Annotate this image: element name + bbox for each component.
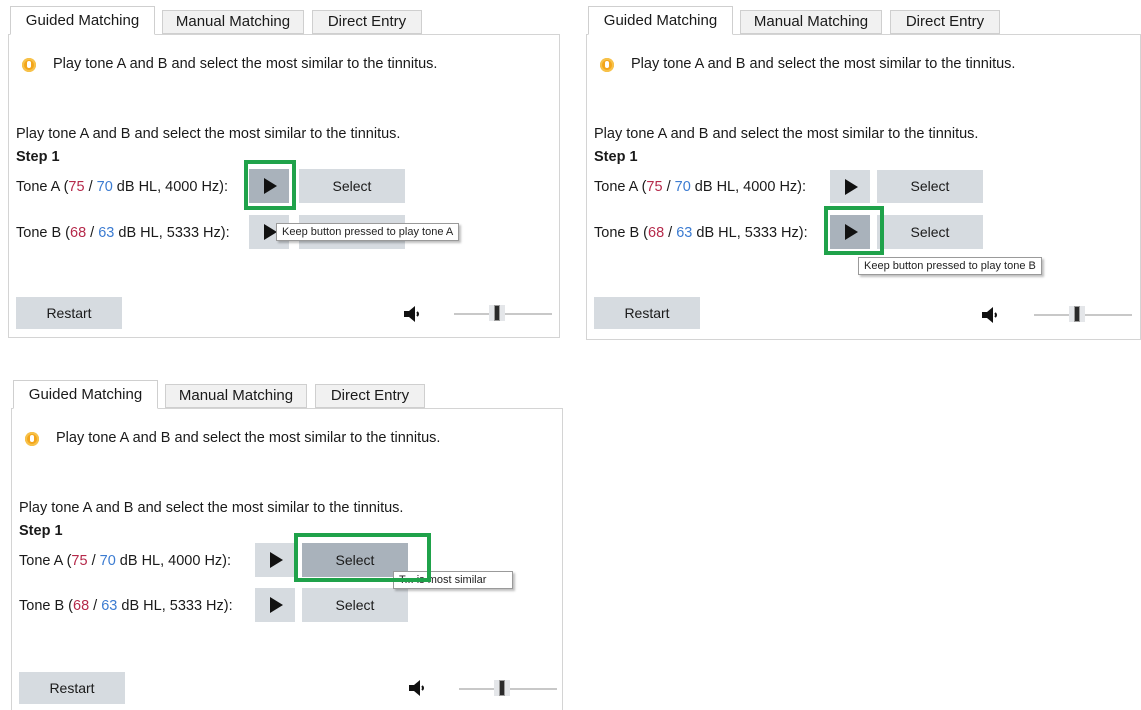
play-tone-b-button[interactable] <box>255 588 295 622</box>
hint-text: Play tone A and B and select the most si… <box>53 56 438 72</box>
restart-button[interactable]: Restart <box>19 672 125 704</box>
hint-icon <box>25 432 39 446</box>
slider-thumb-bar <box>494 305 500 321</box>
tab-direct-entry[interactable]: Direct Entry <box>312 10 422 34</box>
play-tone-a-button[interactable] <box>249 169 289 203</box>
hint-text: Play tone A and B and select the most si… <box>631 56 1016 72</box>
step-label: Step 1 <box>16 149 60 165</box>
play-tone-a-button[interactable] <box>255 543 295 577</box>
tab-direct-entry[interactable]: Direct Entry <box>890 10 1000 34</box>
tone-b-label: Tone B (68 / 63 dB HL, 5333 Hz): <box>594 225 808 241</box>
play-icon <box>845 224 858 240</box>
hint-text: Play tone A and B and select the most si… <box>56 430 441 446</box>
play-icon <box>264 178 277 194</box>
select-tone-a-button[interactable]: Select <box>877 170 983 203</box>
hint-icon <box>600 58 614 72</box>
step-label: Step 1 <box>19 523 63 539</box>
speaker-icon[interactable] <box>407 679 429 697</box>
tab-bar: Guided Matching Manual Matching Direct E… <box>11 380 574 409</box>
panel-play-tone-b: Guided Matching Manual Matching Direct E… <box>586 6 1141 340</box>
speaker-icon[interactable] <box>980 306 1002 324</box>
play-tone-a-button[interactable] <box>830 170 870 203</box>
tone-b-label: Tone B (68 / 63 dB HL, 5333 Hz): <box>16 225 230 241</box>
play-icon <box>270 552 283 568</box>
tab-manual-matching[interactable]: Manual Matching <box>162 10 304 34</box>
tab-guided-matching[interactable]: Guided Matching <box>588 6 733 35</box>
tone-a-label: Tone A (75 / 70 dB HL, 4000 Hz): <box>594 179 807 195</box>
panel-select-tone-a: Guided Matching Manual Matching Direct E… <box>11 380 574 710</box>
panel-play-tone-a: Guided Matching Manual Matching Direct E… <box>8 6 568 338</box>
tone-a-label: Tone A (75 / 70 dB HL, 4000 Hz): <box>19 553 232 569</box>
tooltip: Keep button pressed to play tone B <box>858 257 1042 275</box>
guided-matching-content: Play tone A and B and select the most si… <box>8 34 560 338</box>
instruction-text: Play tone A and B and select the most si… <box>19 500 404 516</box>
restart-button[interactable]: Restart <box>16 297 122 329</box>
select-tone-a-button[interactable]: Select <box>299 169 405 203</box>
volume-slider-thumb[interactable] <box>489 305 505 321</box>
tab-bar: Guided Matching Manual Matching Direct E… <box>8 6 568 35</box>
tab-manual-matching[interactable]: Manual Matching <box>740 10 882 34</box>
volume-slider-thumb[interactable] <box>1069 306 1085 322</box>
tone-b-label: Tone B (68 / 63 dB HL, 5333 Hz): <box>19 598 233 614</box>
slider-thumb-bar <box>499 680 505 696</box>
tab-bar: Guided Matching Manual Matching Direct E… <box>586 6 1141 35</box>
select-tone-b-button[interactable]: Select <box>877 215 983 249</box>
instruction-text: Play tone A and B and select the most si… <box>16 126 401 142</box>
tone-a-label: Tone A (75 / 70 dB HL, 4000 Hz): <box>16 179 229 195</box>
play-icon <box>845 179 858 195</box>
tab-guided-matching[interactable]: Guided Matching <box>13 380 158 409</box>
tooltip: T... is most similar <box>393 571 513 589</box>
guided-matching-content: Play tone A and B and select the most si… <box>11 408 563 710</box>
guided-matching-content: Play tone A and B and select the most si… <box>586 34 1141 340</box>
slider-thumb-bar <box>1074 306 1080 322</box>
speaker-icon[interactable] <box>402 305 424 323</box>
play-icon <box>270 597 283 613</box>
hint-icon <box>22 58 36 72</box>
play-tone-b-button[interactable] <box>830 215 870 249</box>
select-tone-b-button[interactable]: Select <box>302 588 408 622</box>
tab-direct-entry[interactable]: Direct Entry <box>315 384 425 408</box>
restart-button[interactable]: Restart <box>594 297 700 329</box>
instruction-text: Play tone A and B and select the most si… <box>594 126 979 142</box>
volume-slider-thumb[interactable] <box>494 680 510 696</box>
tooltip: Keep button pressed to play tone A <box>276 223 460 241</box>
tab-guided-matching[interactable]: Guided Matching <box>10 6 155 35</box>
step-label: Step 1 <box>594 149 638 165</box>
tab-manual-matching[interactable]: Manual Matching <box>165 384 307 408</box>
